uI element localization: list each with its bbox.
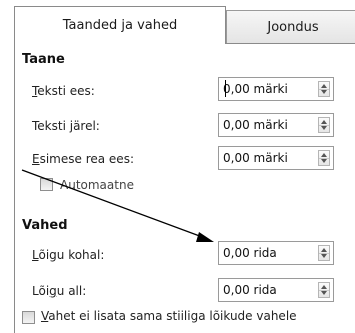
arrow-shaft [21,169,206,239]
annotation-arrow [21,169,214,242]
arrowhead-icon [196,232,214,242]
tab-indents-spacing[interactable]: Taanded ja vahed [14,6,226,44]
tab-indents-spacing-label: Taanded ja vahed [62,18,178,33]
